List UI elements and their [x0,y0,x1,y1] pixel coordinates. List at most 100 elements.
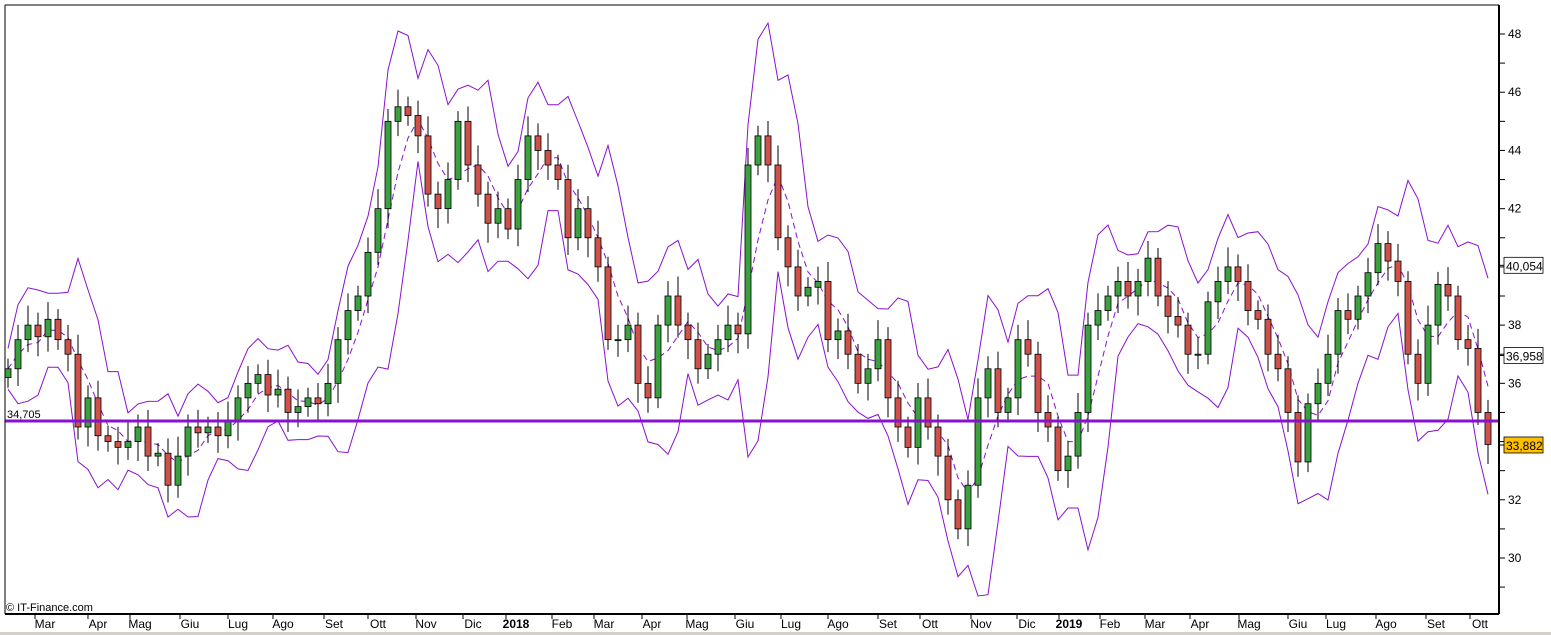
candle-body [584,208,592,239]
candle-body [1444,283,1452,297]
candle-body [1414,353,1422,384]
candle [744,147,752,349]
candle-body [1014,339,1022,399]
x-tick-label: Ott [1472,617,1489,631]
candle-body [34,324,42,338]
candle-body [214,426,222,437]
candle-body [374,208,382,253]
candle-body [204,426,212,434]
credit-label: © IT-Finance.com [6,602,93,614]
candle [654,314,662,409]
candle-body [464,120,472,166]
candle-body [1424,324,1432,384]
y-tick-label: 42 [1508,202,1522,216]
candle-body [514,179,522,230]
x-tick-label: Lug [781,617,801,631]
candle-body [544,150,552,166]
candle-body [4,368,12,378]
candle-body [84,397,92,428]
candle-body [874,339,882,370]
candle-body [1064,455,1072,472]
x-tick-label: 2019 [1056,617,1083,631]
candle-body [554,164,562,180]
candle-body [524,135,532,180]
candle-body [774,164,782,239]
candle-body [1334,310,1342,355]
candle-body [444,179,452,210]
candle-body [664,295,672,326]
candle-body [344,310,352,341]
candle-body [1124,281,1132,297]
candle [1304,393,1312,473]
candle-body [704,353,712,370]
candle-body [174,455,182,486]
candle-body [1434,283,1442,326]
candle-body [64,339,72,355]
candle-body [154,452,162,457]
candle-body [594,237,602,268]
candle-body [984,368,992,399]
candle-body [744,164,752,335]
candle-body [534,135,542,151]
candle-body [974,397,982,486]
candle-body [844,330,852,355]
candle-body [694,339,702,370]
candle-body [424,135,432,195]
candle-body [1364,272,1372,297]
candle-body [1484,412,1492,445]
x-tick-label: Giu [736,617,755,631]
x-tick-label: Feb [1100,617,1121,631]
candle-body [164,452,172,486]
candle-body [1244,281,1252,311]
candle-body [474,164,482,195]
candle-body [304,397,312,408]
candle-body [1384,243,1392,262]
y-tick-label: 30 [1508,551,1522,565]
candle-body [1254,310,1262,320]
candle-body [1314,382,1322,405]
candle-body [794,266,802,297]
x-tick-label: 2018 [503,617,530,631]
support-line-label: 34,705 [7,409,41,421]
candle-body [1464,339,1472,349]
candle-body [484,193,492,224]
candle-body [634,324,642,384]
candle-body [244,382,252,399]
candle-body [334,339,342,384]
candle-body [904,426,912,448]
candle-body [1374,243,1382,274]
candle-body [414,115,422,137]
candle-body [364,251,372,297]
candle-body [884,339,892,399]
candle-body [324,382,332,405]
x-tick-label: Feb [552,617,573,631]
value-label-middle-band: 36,958 [1506,349,1543,363]
value-label-last-price: 33,882 [1506,439,1543,453]
candle-body [684,324,692,341]
candle-body [1234,266,1242,282]
candle-body [194,426,202,434]
candle-body [14,339,22,370]
candle-body [864,368,872,384]
candle-body [1204,301,1212,355]
x-tick-label: Mar [35,617,56,631]
candle-body [614,339,622,342]
candle-body [384,120,392,210]
candle-body [1214,281,1222,303]
candle-body [894,397,902,428]
x-tick-label: Mar [1145,617,1166,631]
candle-body [764,135,772,166]
candle-body [1354,295,1362,320]
candle-body [924,397,932,428]
candle-body [914,397,922,448]
candle [454,111,462,190]
candle-body [854,353,862,384]
candle-body [1304,403,1312,463]
candle-body [354,295,362,311]
x-tick-label: Ago [1375,617,1397,631]
candle-body [184,426,192,457]
candle-body [934,426,942,457]
candle-body [134,426,142,442]
candle-body [1154,257,1162,297]
y-tick-label: 32 [1508,493,1522,507]
